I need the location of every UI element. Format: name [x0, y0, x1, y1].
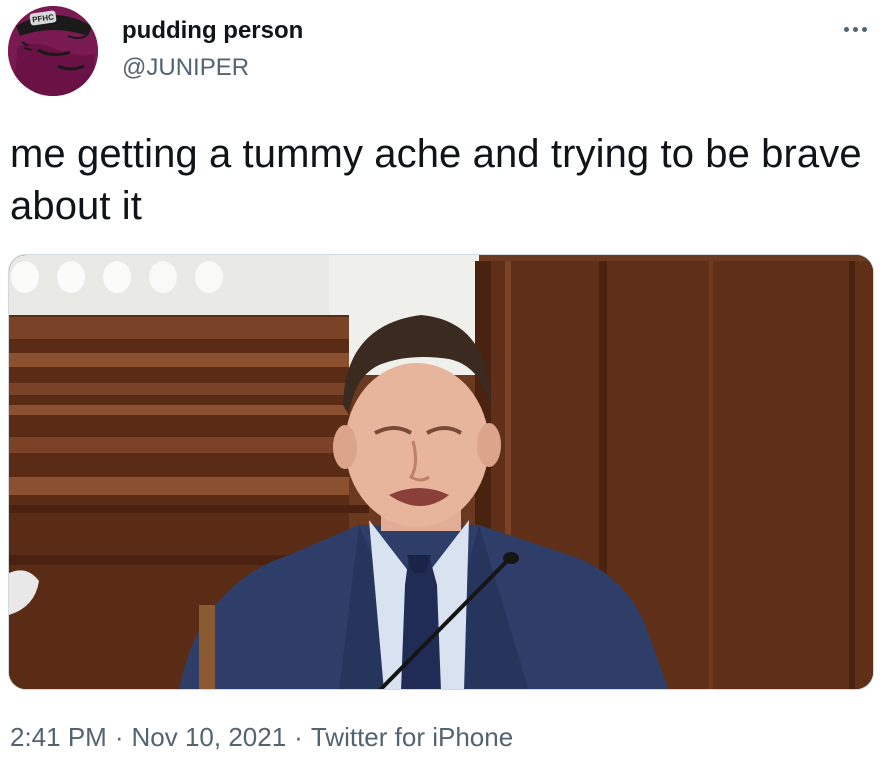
tweet-text: me getting a tummy ache and trying to be…	[10, 132, 862, 228]
meta-separator: ·	[294, 722, 303, 752]
avatar[interactable]: PFHC	[8, 6, 98, 96]
avatar-cartoon-icon: PFHC	[8, 6, 98, 96]
tweet-date[interactable]: Nov 10, 2021	[132, 722, 287, 752]
author-handle[interactable]: @JUNIPER	[122, 53, 249, 83]
more-dot	[852, 26, 858, 32]
author-display-name[interactable]: pudding person	[122, 16, 303, 46]
meta-separator: ·	[114, 722, 124, 752]
more-dot	[843, 26, 849, 32]
tweet-source[interactable]: Twitter for iPhone	[311, 722, 513, 752]
tweet-card: PFHC pudding person @JUNIPER me getting …	[0, 0, 883, 765]
more-options-icon[interactable]	[838, 14, 872, 44]
photo-icon	[9, 255, 873, 689]
tweet-meta: 2:41 PM · Nov 10, 2021 · Twitter for iPhone	[10, 720, 513, 754]
more-dot	[861, 26, 867, 32]
tweet-time[interactable]: 2:41 PM	[10, 722, 107, 752]
tweet-media-photo[interactable]	[8, 254, 874, 690]
